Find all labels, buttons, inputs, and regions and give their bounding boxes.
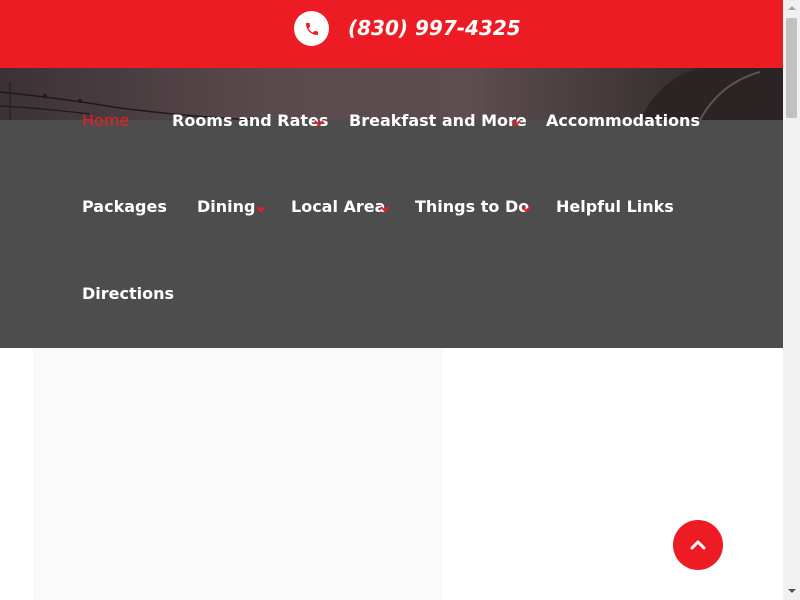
scroll-up-arrow-icon[interactable] [787,5,797,11]
nav-item-dining[interactable]: Dining [197,196,255,218]
chevron-down-icon[interactable] [521,206,531,213]
nav-item-things-to-do[interactable]: Things to Do [415,196,529,218]
nav-item-helpful-links[interactable]: Helpful Links [556,196,674,218]
scrollbar-thumb[interactable] [786,18,797,118]
nav-item-packages[interactable]: Packages [82,196,167,218]
nav-item-local-area[interactable]: Local Area [291,196,385,218]
scroll-down-arrow-icon[interactable] [787,588,797,594]
chevron-down-icon[interactable] [314,120,324,127]
main-navigation: Home Rooms and Rates Breakfast and More … [0,111,783,348]
nav-item-directions[interactable]: Directions [82,283,174,305]
phone-icon[interactable] [294,11,329,46]
chevron-down-icon[interactable] [511,120,521,127]
page: (830) 997-4325 Home Rooms and Rates Brea… [0,0,783,600]
chevron-down-icon[interactable] [380,206,390,213]
content-panel [33,348,443,600]
nav-item-accommodations[interactable]: Accommodations [546,110,700,132]
nav-item-breakfast-and-more[interactable]: Breakfast and More [349,110,527,132]
chevron-up-icon [690,540,706,550]
chevron-down-icon[interactable] [256,206,266,213]
nav-item-home[interactable]: Home [82,110,129,132]
scroll-to-top-button[interactable] [673,520,723,570]
top-contact-bar: (830) 997-4325 [0,0,783,68]
phone-number-link[interactable]: (830) 997-4325 [348,14,521,42]
nav-item-rooms-and-rates[interactable]: Rooms and Rates [172,110,328,132]
